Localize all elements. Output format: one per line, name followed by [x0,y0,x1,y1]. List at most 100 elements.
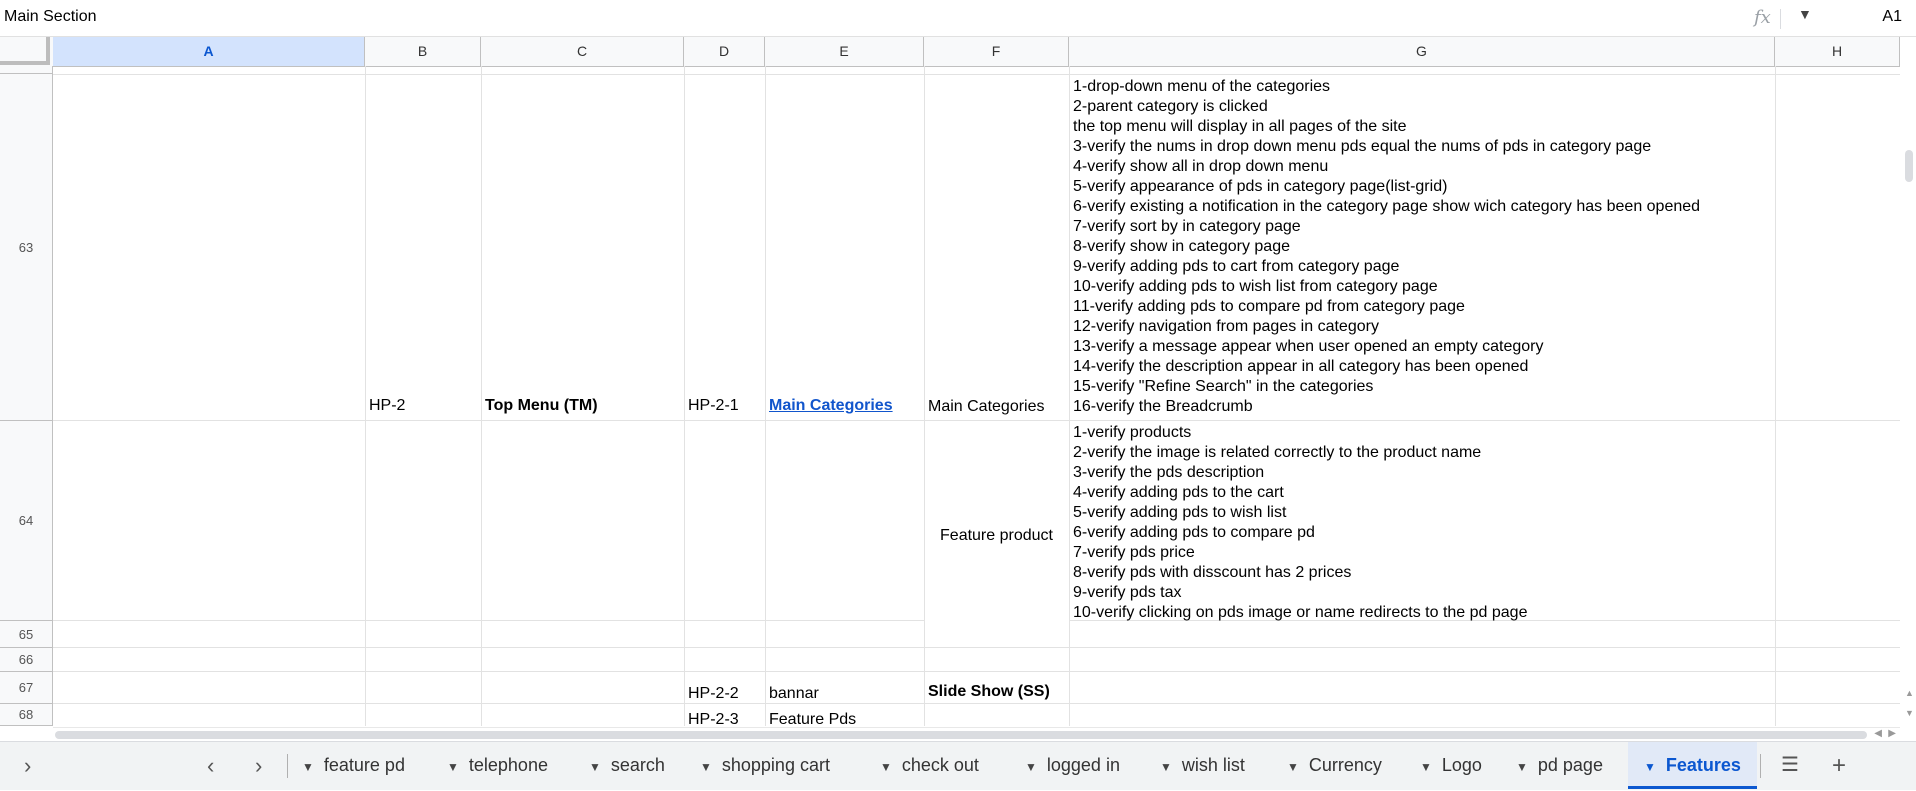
cell-d63[interactable]: HP-2-1 [688,396,739,416]
chevron-down-icon[interactable]: ▼ [1798,6,1812,22]
tab-currency[interactable]: ▼ Currency [1287,742,1382,789]
horizontal-scroll-thumb[interactable] [55,731,1867,739]
tab-label: Logo [1441,755,1482,775]
cell-e67[interactable]: bannar [769,684,819,704]
grid-line [1775,66,1776,726]
tab-label: search [610,755,665,775]
caret-down-icon: ▼ [700,760,712,774]
tab-shopping-cart[interactable]: ▼ shopping cart [700,742,830,789]
test-step: 1-verify products [1073,424,1192,441]
horizontal-scrollbar[interactable]: ◀ ▶ [53,727,1900,742]
tab-logged-in[interactable]: ▼ logged in [1025,742,1120,789]
test-step: 9-verify pds tax [1073,584,1182,601]
test-step: 15-verify "Refine Search" in the categor… [1073,378,1374,395]
cell-g63[interactable]: 1-drop-down menu of the categories 2-par… [1073,77,1700,417]
cell-f67[interactable]: Slide Show (SS) [928,682,1050,702]
grid-line [924,66,925,726]
row-header-68[interactable]: 68 [0,704,53,726]
test-step: 4-verify show all in drop down menu [1073,158,1329,175]
tab-search[interactable]: ▼ search [589,742,665,789]
cell-d68[interactable]: HP-2-3 [688,710,739,726]
row-header-64[interactable]: 64 [0,421,53,621]
tab-logo[interactable]: ▼ Logo [1420,742,1482,789]
add-sheet-icon[interactable]: + [1832,742,1846,789]
tab-wish-list[interactable]: ▼ wish list [1160,742,1245,789]
scroll-tabs-right-icon[interactable]: › [255,742,262,789]
caret-down-icon: ▼ [1644,760,1656,774]
tab-label: pd page [1537,755,1603,775]
tab-divider [1760,754,1761,778]
tab-pd-page[interactable]: ▼ pd page [1516,742,1603,789]
formula-bar: Main Section fx ▼ A1 [0,0,1916,37]
tab-label: Currency [1308,755,1382,775]
row-header-66[interactable]: 66 [0,648,53,672]
column-header-c[interactable]: C [481,37,684,66]
caret-down-icon: ▼ [1025,760,1037,774]
cell-b63[interactable]: HP-2 [369,396,405,416]
cell-grid[interactable]: HP-2 Top Menu (TM) HP-2-1 Main Categorie… [53,66,1900,726]
formula-bar-content[interactable]: Main Section [4,8,97,26]
test-step: 10-verify clicking on pds image or name … [1073,604,1528,621]
column-header-e[interactable]: E [765,37,924,66]
select-all-corner[interactable] [0,37,50,65]
caret-down-icon: ▼ [1287,760,1299,774]
test-step: 3-verify the pds description [1073,464,1265,481]
expand-chevron-icon[interactable]: › [24,742,31,789]
scroll-left-icon[interactable]: ◀ [1874,728,1882,739]
caret-down-icon: ▼ [302,760,314,774]
caret-down-icon: ▼ [447,760,459,774]
tab-label: feature pd [323,755,405,775]
cell-f64[interactable]: Feature product [924,526,1069,546]
tab-label: telephone [468,755,548,775]
cell-g64[interactable]: 1-verify products 2-verify the image is … [1073,423,1527,623]
column-header-b[interactable]: B [365,37,481,66]
tab-features[interactable]: ▼ Features [1628,742,1757,789]
grid-line [53,620,924,621]
column-header-d[interactable]: D [684,37,765,66]
row-header-67[interactable]: 67 [0,672,53,704]
test-step: 7-verify pds price [1073,544,1195,561]
column-header-g[interactable]: G [1069,37,1775,66]
row-header-63[interactable]: 63 [0,74,53,421]
cell-c63[interactable]: Top Menu (TM) [485,396,598,416]
sheet-tab-bar: › ‹ › ▼ feature pd ▼ telephone ▼ search ▼ sh… [0,741,1916,790]
column-header-f[interactable]: F [924,37,1069,66]
test-step: 5-verify appearance of pds in category p… [1073,178,1448,195]
cell-d67[interactable]: HP-2-2 [688,684,739,704]
row-header-partial [0,66,53,74]
scroll-tabs-left-icon[interactable]: ‹ [207,742,214,789]
test-step: 8-verify pds with disscount has 2 prices [1073,564,1352,581]
scroll-up-icon[interactable]: ▲ [1905,688,1914,698]
test-step: 3-verify the nums in drop down menu pds … [1073,138,1652,155]
column-headers: A B C D E F G H [0,37,1900,67]
caret-down-icon: ▼ [589,760,601,774]
scroll-down-icon[interactable]: ▼ [1905,708,1914,718]
cell-e63-link[interactable]: Main Categories [769,396,893,416]
cell-f63[interactable]: Main Categories [928,397,1045,417]
formula-bar-divider [1780,9,1781,29]
test-step: 13-verify a message appear when user ope… [1073,338,1544,355]
tab-check-out[interactable]: ▼ check out [880,742,979,789]
test-step: 12-verify navigation from pages in categ… [1073,318,1379,335]
scroll-right-icon[interactable]: ▶ [1888,728,1896,739]
column-header-h[interactable]: H [1775,37,1900,66]
test-step: 6-verify existing a notification in the … [1073,198,1701,215]
tab-label: Features [1665,755,1741,775]
tab-label: check out [901,755,979,775]
vertical-scroll-thumb[interactable] [1905,150,1913,182]
vertical-scrollbar[interactable]: ▲ ▼ [1902,66,1916,727]
tab-telephone[interactable]: ▼ telephone [447,742,548,789]
column-header-a[interactable]: A [53,37,365,66]
tab-divider [287,754,288,778]
row-header-65[interactable]: 65 [0,621,53,648]
cell-e68[interactable]: Feature Pds [769,710,856,726]
test-step: 9-verify adding pds to cart from categor… [1073,258,1400,275]
all-sheets-menu-icon[interactable]: ☰ [1781,742,1799,789]
grid-line [53,74,1900,75]
caret-down-icon: ▼ [880,760,892,774]
grid-line [53,671,1900,672]
caret-down-icon: ▼ [1160,760,1172,774]
tab-label: shopping cart [721,755,830,775]
tab-feature-pd[interactable]: ▼ feature pd [302,742,405,789]
cell-reference[interactable]: A1 [1882,8,1902,26]
